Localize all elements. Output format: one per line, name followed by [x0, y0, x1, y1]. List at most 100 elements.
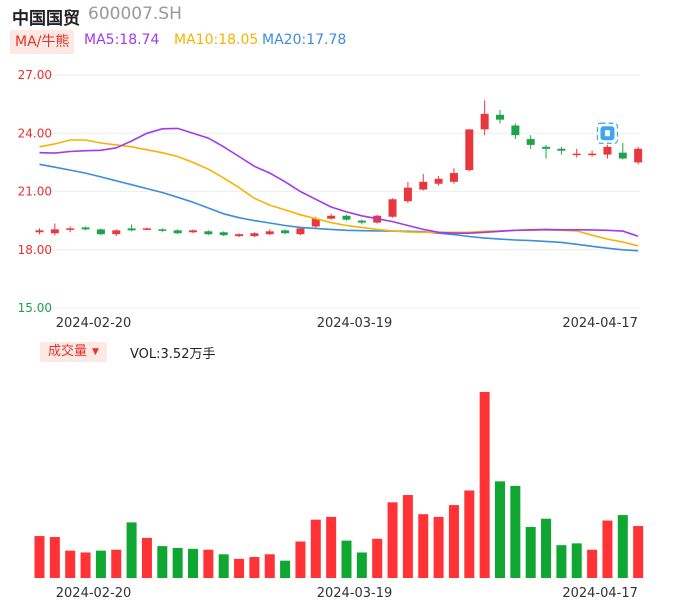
candle-body — [480, 113, 489, 130]
candle-body — [357, 220, 366, 223]
candle-body — [449, 173, 458, 182]
volume-bar — [602, 520, 613, 578]
x-tick-label: 2024-04-17 — [562, 586, 638, 601]
volume-bar — [280, 560, 291, 578]
volume-bar — [295, 541, 306, 578]
candle-body — [35, 230, 44, 233]
event-marker-icon — [596, 122, 619, 144]
volume-bar — [65, 550, 76, 578]
candle-body — [526, 139, 535, 145]
volume-bar — [188, 548, 198, 578]
volume-bar — [587, 549, 598, 578]
volume-bar — [326, 516, 337, 578]
volume-bar — [448, 505, 459, 578]
x-tick-label: 2024-03-19 — [317, 316, 393, 331]
volume-bar — [356, 552, 367, 578]
candle-body — [388, 199, 397, 217]
candle-body — [50, 229, 59, 234]
volume-bar — [264, 554, 275, 578]
volume-bar — [157, 546, 168, 578]
candle-body — [265, 231, 274, 235]
volume-bar — [495, 481, 505, 578]
volume-bar — [418, 514, 429, 578]
candles — [35, 100, 643, 238]
candle-body — [603, 146, 612, 155]
volume-bar — [571, 543, 582, 578]
x-tick-label: 2024-04-17 — [562, 316, 638, 331]
volume-bar — [49, 536, 60, 578]
volume-bar — [172, 547, 183, 578]
x-tick-label: 2024-03-19 — [317, 586, 393, 601]
volume-x-axis: 2024-02-20 2024-03-19 2024-04-17 — [56, 586, 638, 601]
candle-body — [419, 181, 428, 190]
price-x-axis: 2024-02-20 2024-03-19 2024-04-17 — [56, 316, 638, 331]
volume-bar — [556, 545, 567, 578]
volume-bar — [249, 557, 260, 578]
candle-body — [588, 153, 597, 156]
candle-body — [434, 178, 443, 184]
volume-bar — [617, 515, 628, 578]
volume-bar — [464, 490, 475, 578]
volume-bar — [341, 540, 352, 578]
candle-body — [511, 125, 520, 136]
candle-body — [634, 148, 643, 163]
volume-bars — [34, 392, 644, 578]
ma5-line — [39, 127, 639, 237]
volume-bar — [479, 392, 490, 578]
x-tick-label: 2024-02-20 — [56, 316, 132, 331]
candle-body — [235, 234, 244, 237]
volume-bar — [402, 495, 413, 578]
candle-body — [557, 148, 566, 151]
volume-bar — [372, 538, 383, 578]
volume-bar — [218, 554, 229, 578]
x-tick-label: 2024-02-20 — [56, 586, 132, 601]
stock-chart[interactable]: 27.0024.0021.0018.0015.002024-02-20 2024-… — [0, 0, 686, 606]
volume-bar — [433, 516, 444, 578]
candle-body — [327, 215, 336, 219]
volume-bar — [95, 550, 106, 578]
candle-body — [66, 228, 75, 230]
candle-body — [96, 229, 105, 235]
volume-bar — [541, 518, 552, 578]
candle-body — [572, 153, 581, 156]
volume-bar — [633, 526, 644, 578]
volume-bar — [510, 485, 521, 578]
price-grid: 27.00 24.00 21.00 18.00 15.00 — [18, 68, 640, 315]
candle-body — [342, 215, 351, 220]
volume-bar — [203, 549, 214, 578]
candle-body — [403, 187, 412, 202]
candle-body — [465, 129, 474, 171]
candle-body — [158, 229, 167, 231]
candle-body — [204, 231, 213, 235]
y-tick-label: 21.00 — [18, 185, 52, 199]
volume-bar — [525, 526, 536, 578]
candle-body — [142, 228, 151, 230]
candle-body — [127, 228, 136, 231]
candle-body — [618, 152, 627, 159]
moving-averages — [39, 127, 639, 252]
volume-bar — [234, 558, 245, 578]
y-tick-label: 24.00 — [18, 126, 52, 140]
volume-bar — [111, 549, 122, 578]
candle-body — [496, 114, 504, 120]
y-tick-label: 15.00 — [18, 301, 52, 315]
candle-body — [250, 233, 259, 237]
candle-body — [81, 227, 90, 230]
candle-body — [219, 232, 228, 236]
volume-bar — [387, 502, 398, 578]
candle-body — [296, 228, 305, 235]
volume-bar — [34, 536, 45, 578]
y-tick-label: 27.00 — [18, 68, 52, 82]
candle-body — [173, 230, 182, 234]
volume-bar — [310, 519, 321, 578]
candle-body — [542, 146, 551, 149]
candle-body — [189, 230, 197, 233]
volume-bar — [141, 537, 152, 578]
candle-body — [281, 230, 290, 234]
volume-bar — [80, 552, 91, 578]
volume-bar — [126, 522, 137, 578]
event-marker-glyph — [604, 130, 610, 137]
y-tick-label: 18.00 — [18, 243, 52, 257]
candle-body — [112, 230, 121, 235]
ma20-line — [39, 163, 639, 252]
